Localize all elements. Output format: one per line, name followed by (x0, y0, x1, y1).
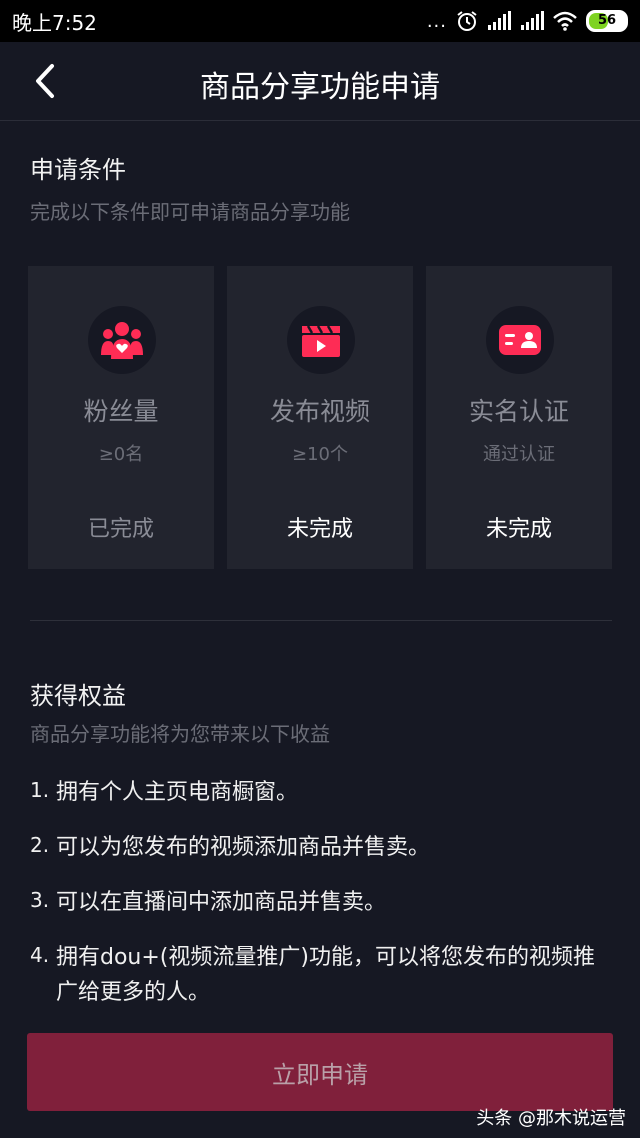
alarm-icon (457, 11, 477, 31)
watermark: 头条 @那木说运营 (476, 1108, 626, 1129)
more-dots: ... (426, 10, 447, 32)
benefit-number: 3. (30, 888, 50, 912)
page-header: 商品分享功能申请 (0, 42, 640, 121)
benefit-item: 1. 拥有个人主页电商橱窗。 (30, 775, 610, 810)
page-title: 商品分享功能申请 (200, 70, 440, 105)
condition-status: 未完成 (485, 517, 552, 542)
video-clapper-icon (287, 306, 355, 374)
status-time: 晚上7:52 (12, 10, 97, 35)
benefit-text: 可以在直播间中添加商品并售卖。 (56, 890, 387, 915)
id-card-icon (486, 306, 554, 374)
benefit-item: 2. 可以为您发布的视频添加商品并售卖。 (30, 830, 610, 865)
section-divider (30, 620, 612, 621)
condition-card-fans: 粉丝量 ≥0名 已完成 (28, 266, 214, 569)
battery-percent: 56 (597, 13, 617, 28)
condition-card-realname: 实名认证 通过认证 未完成 (426, 266, 612, 569)
benefit-number: 2. (30, 833, 50, 857)
condition-card-videos: 发布视频 ≥10个 未完成 (227, 266, 413, 569)
benefits-title: 获得权益 (30, 682, 126, 710)
condition-status: 未完成 (286, 517, 353, 542)
benefit-item: 4. 拥有dou+(视频流量推广)功能，可以将您发布的视频推广给更多的人。 (30, 940, 610, 1010)
conditions-title: 申请条件 (30, 156, 126, 184)
condition-status: 已完成 (87, 517, 154, 542)
battery-indicator: 56 (586, 10, 628, 32)
condition-requirement: ≥10个 (292, 444, 348, 465)
signal-icon (521, 11, 544, 30)
status-icons: ... 56 (427, 10, 628, 32)
benefit-number: 1. (30, 778, 50, 802)
status-bar: 晚上7:52 ... 56 (0, 0, 640, 42)
benefit-text: 拥有个人主页电商橱窗。 (56, 780, 299, 805)
wifi-icon (553, 11, 577, 31)
fans-icon (88, 306, 156, 374)
condition-label: 发布视频 (269, 397, 370, 426)
benefit-text: 拥有dou+(视频流量推广)功能，可以将您发布的视频推广给更多的人。 (56, 945, 595, 1005)
benefits-subtitle: 商品分享功能将为您带来以下收益 (30, 722, 330, 746)
condition-label: 粉丝量 (83, 397, 159, 426)
condition-label: 实名认证 (468, 397, 569, 426)
condition-requirement: ≥0名 (98, 444, 144, 465)
signal-icon (488, 11, 511, 30)
benefit-text: 可以为您发布的视频添加商品并售卖。 (56, 835, 431, 860)
condition-requirement: 通过认证 (483, 444, 555, 465)
benefit-number: 4. (30, 943, 50, 967)
benefit-item: 3. 可以在直播间中添加商品并售卖。 (30, 885, 610, 920)
conditions-subtitle: 完成以下条件即可申请商品分享功能 (30, 200, 350, 224)
apply-button[interactable]: 立即申请 (27, 1033, 613, 1111)
